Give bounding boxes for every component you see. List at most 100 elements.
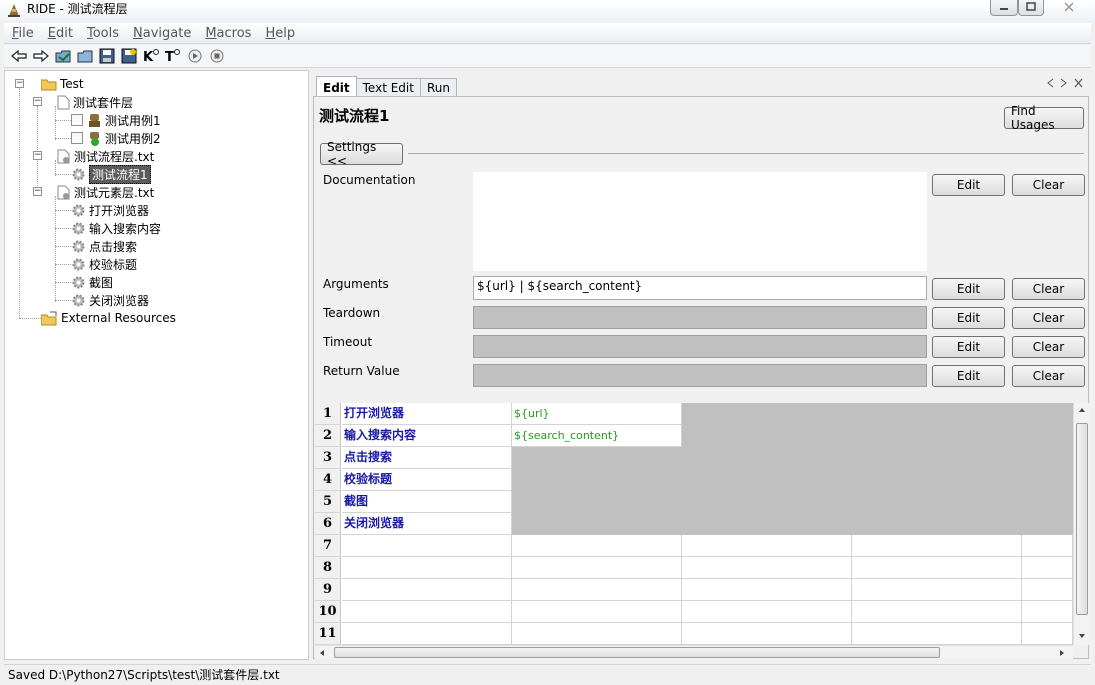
tree-node-keyword[interactable]: 打开浏览器 [71, 201, 149, 219]
tree-node-keyword[interactable]: 校验标题 [71, 255, 137, 273]
return-value-clear-button[interactable]: Clear [1012, 365, 1085, 387]
tree-collapse-toggle[interactable]: − [33, 97, 42, 106]
search-tests-button[interactable]: T [162, 46, 184, 66]
tree-node-keyword[interactable]: 输入搜索内容 [71, 219, 161, 237]
grid-cell[interactable] [852, 623, 1022, 645]
teardown-clear-button[interactable]: Clear [1012, 307, 1085, 329]
scroll-right-icon[interactable] [1059, 649, 1065, 657]
timeout-clear-button[interactable]: Clear [1012, 336, 1085, 358]
timeout-field[interactable] [473, 335, 927, 358]
row-number[interactable]: 6 [315, 513, 341, 535]
forward-button[interactable] [30, 46, 52, 66]
row-number[interactable]: 5 [315, 491, 341, 513]
tree-node-keyword[interactable]: 关闭浏览器 [71, 291, 149, 309]
grid-cell[interactable] [342, 579, 512, 601]
tab-run[interactable]: Run [419, 78, 457, 98]
documentation-field[interactable] [473, 172, 927, 271]
tree-collapse-toggle[interactable]: − [15, 79, 24, 88]
keyword-cell[interactable]: 点击搜索 [342, 447, 512, 469]
grid-cell[interactable] [512, 535, 682, 557]
grid-cell[interactable] [512, 601, 682, 623]
grid-cell[interactable] [852, 535, 1022, 557]
tree-node-test-case[interactable]: 测试用例1 [71, 111, 161, 129]
arguments-edit-button[interactable]: Edit [932, 278, 1005, 300]
tree-node-external-resources[interactable]: External Resources [41, 309, 176, 327]
row-number[interactable]: 10 [315, 601, 341, 623]
menu-edit[interactable]: Edit [48, 26, 73, 41]
run-button[interactable] [184, 46, 206, 66]
minimize-button[interactable] [990, 0, 1018, 16]
vertical-scroll-thumb[interactable] [1076, 423, 1088, 615]
tab-text-edit[interactable]: Text Edit [355, 78, 421, 98]
row-number[interactable]: 1 [315, 403, 341, 425]
keyword-cell[interactable]: 输入搜索内容 [342, 425, 512, 447]
keyword-cell[interactable]: 校验标题 [342, 469, 512, 491]
grid-cell[interactable] [682, 557, 852, 579]
grid-cell[interactable] [852, 601, 1022, 623]
tree-node-resource-file[interactable]: 测试元素层.txt [57, 183, 154, 201]
search-keywords-button[interactable]: K [140, 46, 162, 66]
find-usages-button[interactable]: Find Usages [1004, 104, 1084, 132]
keyword-steps-grid[interactable]: 1 打开浏览器 ${url} 2 输入搜索内容 ${search_content… [315, 403, 1073, 645]
argument-cell[interactable]: ${url} [512, 403, 682, 425]
grid-horizontal-scrollbar[interactable] [315, 645, 1073, 659]
arguments-clear-button[interactable]: Clear [1012, 278, 1085, 300]
menu-tools[interactable]: Tools [87, 26, 119, 41]
grid-cell[interactable] [1022, 601, 1073, 623]
tree-collapse-toggle[interactable]: − [33, 151, 42, 160]
open-directory-button[interactable] [74, 46, 96, 66]
grid-cell[interactable] [512, 579, 682, 601]
grid-cell[interactable] [682, 601, 852, 623]
menu-file[interactable]: File [12, 26, 34, 41]
tab-close-icon[interactable] [1074, 78, 1083, 88]
return-value-edit-button[interactable]: Edit [932, 365, 1005, 387]
save-button[interactable] [96, 46, 118, 66]
grid-cell[interactable] [682, 535, 852, 557]
teardown-edit-button[interactable]: Edit [932, 307, 1005, 329]
tree-node-resource-file[interactable]: 测试流程层.txt [57, 147, 154, 165]
row-number[interactable]: 8 [315, 557, 341, 579]
grid-cell[interactable] [682, 623, 852, 645]
tree-collapse-toggle[interactable]: − [33, 187, 42, 196]
grid-cell[interactable] [1022, 557, 1073, 579]
tree-node-keyword[interactable]: 点击搜索 [71, 237, 137, 255]
keyword-cell[interactable]: 截图 [342, 491, 512, 513]
row-number[interactable]: 4 [315, 469, 341, 491]
tab-next-icon[interactable] [1060, 78, 1068, 88]
save-all-button[interactable] [118, 46, 140, 66]
grid-cell[interactable] [852, 579, 1022, 601]
row-number[interactable]: 3 [315, 447, 341, 469]
grid-cell[interactable] [512, 623, 682, 645]
keyword-cell[interactable]: 打开浏览器 [342, 403, 512, 425]
settings-toggle-button[interactable]: Settings << [320, 140, 403, 168]
arguments-field[interactable]: ${url} | ${search_content} [473, 276, 927, 300]
argument-cell[interactable]: ${search_content} [512, 425, 682, 447]
grid-cell[interactable] [342, 557, 512, 579]
scroll-down-icon[interactable] [1078, 633, 1086, 639]
tree-node-keyword-selected[interactable]: 测试流程1 [71, 164, 151, 184]
stop-button[interactable] [206, 46, 228, 66]
row-number[interactable]: 9 [315, 579, 341, 601]
keyword-cell[interactable]: 关闭浏览器 [342, 513, 512, 535]
test-case-checkbox[interactable] [71, 114, 83, 126]
maximize-button[interactable] [1018, 0, 1044, 16]
grid-cell[interactable] [1022, 579, 1073, 601]
grid-cell[interactable] [342, 535, 512, 557]
project-tree[interactable]: − Test − 测试套件层 测试用例1 测试用例2 − 测试流程层.txt 测… [4, 70, 309, 660]
close-button[interactable] [1044, 0, 1094, 16]
tab-edit[interactable]: Edit [316, 76, 357, 98]
tab-prev-icon[interactable] [1046, 78, 1054, 88]
row-number[interactable]: 11 [315, 623, 341, 645]
return-value-field[interactable] [473, 364, 927, 387]
tree-node-root[interactable]: Test [41, 75, 84, 93]
grid-cell[interactable] [1022, 535, 1073, 557]
menu-navigate[interactable]: Navigate [133, 26, 191, 41]
grid-cell[interactable] [342, 601, 512, 623]
teardown-field[interactable] [473, 306, 927, 329]
timeout-edit-button[interactable]: Edit [932, 336, 1005, 358]
menu-macros[interactable]: Macros [205, 26, 251, 41]
menu-help[interactable]: Help [265, 26, 295, 41]
row-number[interactable]: 7 [315, 535, 341, 557]
scroll-up-icon[interactable] [1078, 407, 1086, 413]
tree-node-test-case[interactable]: 测试用例2 [71, 129, 161, 147]
